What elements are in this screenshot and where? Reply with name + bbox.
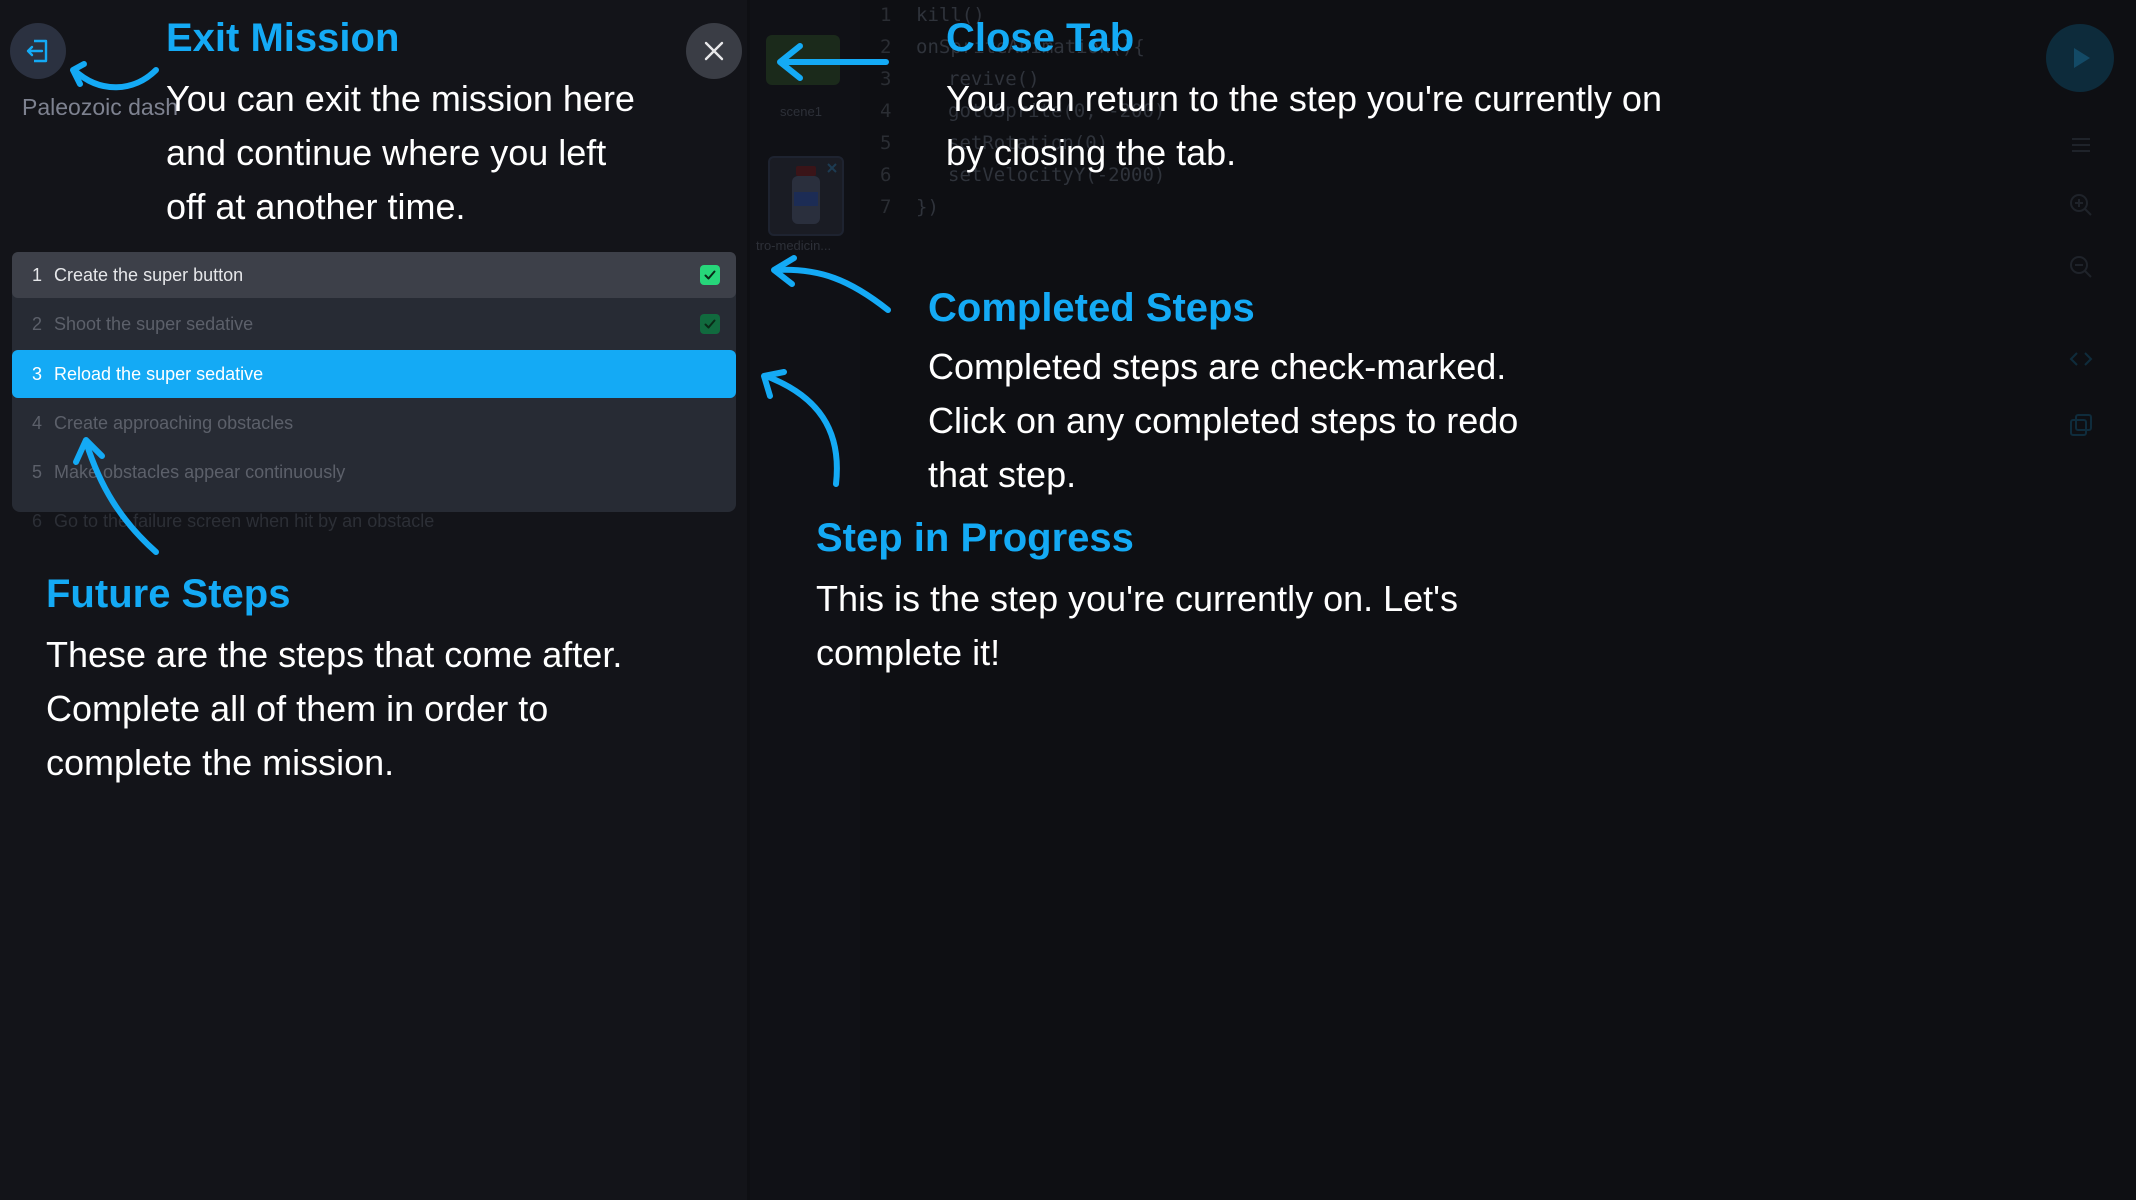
line-number: 4 xyxy=(880,100,892,122)
text-line: that step. xyxy=(928,454,1077,495)
step-item-completed[interactable]: 1 Create the super button xyxy=(12,252,736,298)
text-line: Complete all of them in order to xyxy=(46,688,549,729)
exit-mission-description: You can exit the mission here and contin… xyxy=(166,72,635,234)
play-icon xyxy=(2074,48,2090,68)
step-in-progress-title: Step in Progress xyxy=(816,516,1134,560)
close-tab-title: Close Tab xyxy=(946,16,1135,60)
step-label: Reload the super sedative xyxy=(54,363,264,384)
exit-door-icon xyxy=(26,39,48,63)
completed-steps-title: Completed Steps xyxy=(928,286,1255,330)
line-number: 3 xyxy=(880,68,892,90)
line-number: 5 xyxy=(880,132,892,154)
text-line: off at another time. xyxy=(166,186,466,227)
medicine-bottle-icon xyxy=(792,163,837,224)
step-item-future: 4 Create approaching obstacles xyxy=(12,400,736,446)
mission-title: Paleozoic dash xyxy=(22,94,178,120)
text-line: You can exit the mission here xyxy=(166,78,635,119)
line-number: 2 xyxy=(880,36,892,58)
step-label: Make obstacles appear continuously xyxy=(54,461,346,482)
zoom-out-icon[interactable] xyxy=(2068,254,2094,280)
step-label: Shoot the super sedative xyxy=(54,313,254,334)
close-icon xyxy=(704,41,724,61)
checkmark-icon xyxy=(700,265,720,285)
code-text: }) xyxy=(916,196,939,218)
sprite-label: tro-medicin... xyxy=(756,238,832,253)
text-line: You can return to the step you're curren… xyxy=(946,78,1662,119)
line-number: 6 xyxy=(880,164,892,186)
step-label: Go to the failure screen when hit by an … xyxy=(54,510,435,531)
future-steps-description: These are the steps that come after. Com… xyxy=(46,628,622,790)
future-steps-title: Future Steps xyxy=(46,572,291,616)
exit-mission-button[interactable] xyxy=(10,23,66,79)
text-line: This is the step you're currently on. Le… xyxy=(816,578,1459,619)
step-label: Create approaching obstacles xyxy=(54,412,294,433)
close-tab-description: You can return to the step you're curren… xyxy=(946,72,1662,180)
copy-icon[interactable] xyxy=(2068,412,2094,438)
sprite-thumbnail-medicine[interactable] xyxy=(768,156,844,236)
menu-icon[interactable] xyxy=(2068,132,2094,158)
completed-steps-description: Completed steps are check-marked. Click … xyxy=(928,340,1518,502)
step-label: Create the super button xyxy=(54,264,244,285)
checkmark-icon xyxy=(700,314,720,334)
step-number: 5 xyxy=(32,461,43,482)
zoom-in-icon[interactable] xyxy=(2068,192,2094,218)
sprite-label: scene1 xyxy=(780,104,822,119)
code-line[interactable]: 7}) xyxy=(880,196,939,218)
step-item-future: 6 Go to the failure screen when hit by a… xyxy=(12,498,736,544)
text-line: These are the steps that come after. xyxy=(46,634,623,675)
step-number: 1 xyxy=(32,264,43,285)
run-button[interactable] xyxy=(2046,24,2114,92)
line-number: 1 xyxy=(880,4,892,26)
text-line: Click on any completed steps to redo xyxy=(928,400,1519,441)
close-tab-button[interactable] xyxy=(686,23,742,79)
step-item-in-progress[interactable]: 3 Reload the super sedative xyxy=(12,350,736,398)
step-item-completed[interactable]: 2 Shoot the super sedative xyxy=(12,301,736,347)
text-line: Completed steps are check-marked. xyxy=(928,346,1507,387)
text-line: and continue where you left xyxy=(166,132,607,173)
code-view-icon[interactable] xyxy=(2068,346,2094,372)
text-line: complete the mission. xyxy=(46,742,395,783)
step-in-progress-description: This is the step you're currently on. Le… xyxy=(816,572,1458,680)
step-item-future: 5 Make obstacles appear continuously xyxy=(12,449,736,495)
step-number: 3 xyxy=(32,363,43,384)
sprite-thumbnail-scene[interactable] xyxy=(766,35,840,85)
step-number: 6 xyxy=(32,510,43,531)
text-line: by closing the tab. xyxy=(946,132,1237,173)
step-number: 2 xyxy=(32,313,43,334)
line-number: 7 xyxy=(880,196,892,218)
text-line: complete it! xyxy=(816,632,1001,673)
exit-mission-title: Exit Mission xyxy=(166,16,400,60)
step-number: 4 xyxy=(32,412,43,433)
